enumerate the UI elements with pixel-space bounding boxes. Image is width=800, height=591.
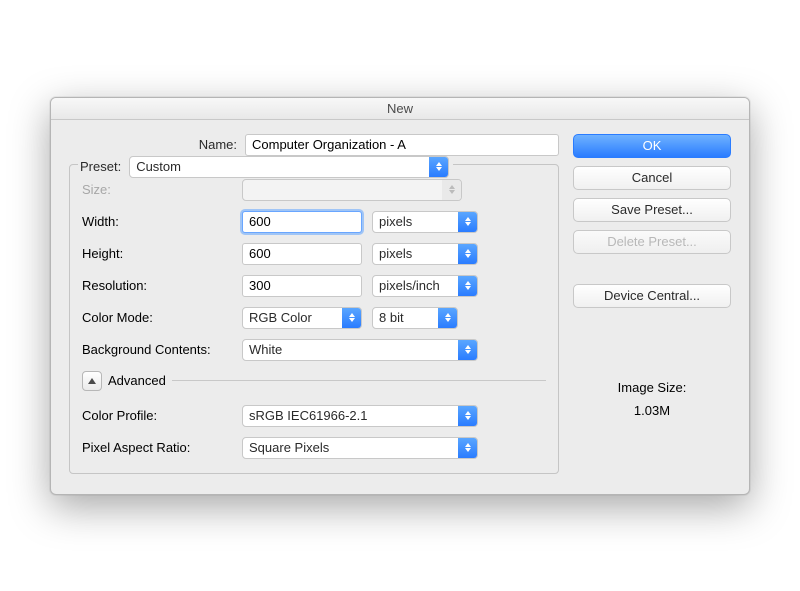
chevron-updown-icon (342, 308, 361, 328)
divider (172, 380, 546, 381)
ok-button[interactable]: OK (573, 134, 731, 158)
resolution-input[interactable] (242, 275, 362, 297)
background-label: Background Contents: (82, 342, 242, 357)
color-profile-select[interactable]: sRGB IEC61966-2.1 (242, 405, 478, 427)
pixel-aspect-select[interactable]: Square Pixels (242, 437, 478, 459)
chevron-updown-icon (429, 157, 448, 177)
height-unit-select[interactable]: pixels (372, 243, 478, 265)
width-label: Width: (82, 214, 242, 229)
chevron-updown-icon (458, 438, 477, 458)
chevron-updown-icon (458, 276, 477, 296)
height-label: Height: (82, 246, 242, 261)
bit-depth-select[interactable]: 8 bit (372, 307, 458, 329)
chevron-updown-icon (458, 406, 477, 426)
new-document-dialog: New Name: Preset: Custom Size: (50, 97, 750, 495)
chevron-updown-icon (458, 340, 477, 360)
preset-fieldset: Preset: Custom Size: Width: (69, 164, 559, 474)
image-size-label: Image Size: (573, 380, 731, 395)
chevron-updown-icon (458, 244, 477, 264)
size-label: Size: (82, 182, 242, 197)
color-profile-label: Color Profile: (82, 408, 242, 423)
size-select (242, 179, 462, 201)
resolution-unit-select[interactable]: pixels/inch (372, 275, 478, 297)
chevron-up-icon (88, 378, 96, 384)
background-select[interactable]: White (242, 339, 478, 361)
width-unit-select[interactable]: pixels (372, 211, 478, 233)
name-input[interactable] (245, 134, 559, 156)
chevron-updown-icon (442, 180, 461, 200)
save-preset-button[interactable]: Save Preset... (573, 198, 731, 222)
preset-select[interactable]: Custom (129, 156, 449, 178)
delete-preset-button: Delete Preset... (573, 230, 731, 254)
chevron-updown-icon (458, 212, 477, 232)
cancel-button[interactable]: Cancel (573, 166, 731, 190)
image-size-value: 1.03M (573, 403, 731, 418)
device-central-button[interactable]: Device Central... (573, 284, 731, 308)
name-label: Name: (69, 137, 245, 152)
advanced-disclosure-button[interactable] (82, 371, 102, 391)
advanced-label: Advanced (108, 373, 166, 388)
dialog-title: New (51, 98, 749, 120)
color-mode-label: Color Mode: (82, 310, 242, 325)
pixel-aspect-label: Pixel Aspect Ratio: (82, 440, 242, 455)
resolution-label: Resolution: (82, 278, 242, 293)
color-mode-select[interactable]: RGB Color (242, 307, 362, 329)
chevron-updown-icon (438, 308, 457, 328)
height-input[interactable] (242, 243, 362, 265)
preset-label: Preset: (80, 159, 121, 174)
width-input[interactable] (242, 211, 362, 233)
